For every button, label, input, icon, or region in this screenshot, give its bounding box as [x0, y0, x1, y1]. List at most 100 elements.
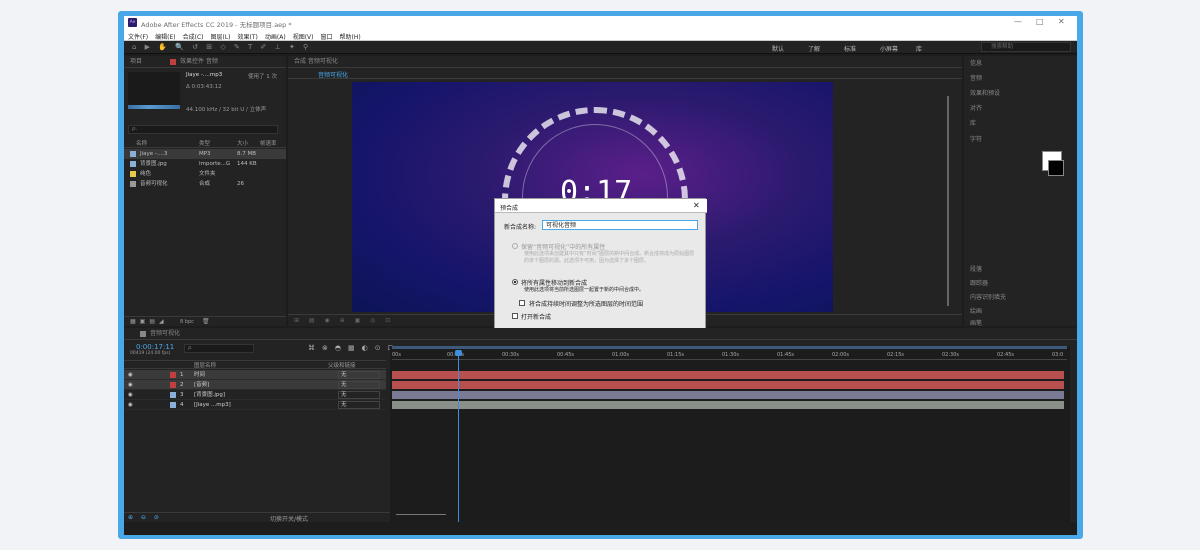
ruler-tick-label: 01:30s — [722, 352, 740, 358]
playhead-handle[interactable] — [455, 350, 462, 356]
visibility-icon[interactable]: ◉ — [128, 390, 133, 400]
usage-text: 使用了 1 次 — [248, 74, 277, 80]
menu-item[interactable]: 动画(A) — [265, 34, 286, 41]
maximize-icon[interactable]: □ — [1036, 17, 1044, 26]
comp-name-input[interactable]: 可视化音频 — [542, 220, 698, 230]
menu-item[interactable]: 效果(T) — [238, 34, 258, 41]
toggle-switches-mode[interactable]: 切换开关/模式 — [270, 514, 308, 523]
parent-dropdown[interactable]: 无 — [338, 401, 380, 409]
footer-icons[interactable]: ⊕ ⊖ ⊘ — [128, 514, 162, 521]
layer-name[interactable]: [背景图.jpg] — [194, 390, 225, 400]
column-name[interactable]: 名称 — [136, 139, 147, 147]
layer-duration-bar[interactable] — [392, 381, 1064, 389]
menu-item[interactable]: 合成(C) — [183, 34, 204, 41]
ruler-tick-label: 02:00s — [832, 352, 850, 358]
layer-duration-bar[interactable] — [392, 391, 1064, 399]
workspace-tab[interactable]: 标准 — [844, 44, 880, 53]
project-search-input[interactable]: ρ. — [128, 125, 278, 134]
tools-icons[interactable]: ⌂ ▶ ✋ 🔍 ↺ ⊞ ◇ ✎ T ✐ ⊥ ✦ ⚲ — [132, 43, 311, 51]
layer-row[interactable]: ◉ 3 [背景图.jpg] 无 — [124, 390, 386, 400]
menu-item[interactable]: 图层(L) — [211, 34, 231, 41]
visibility-icon[interactable]: ◉ — [128, 370, 133, 380]
layer-name[interactable]: [音频] — [194, 380, 209, 390]
option2-radio[interactable] — [512, 279, 518, 285]
workspace-tab[interactable]: 库 — [916, 44, 952, 53]
layer-number: 4 — [180, 402, 184, 408]
right-panel-item[interactable]: 字符 — [970, 134, 982, 143]
project-list-item[interactable]: 纯色 文件夹 — [124, 169, 286, 179]
menu-item[interactable]: 视图(V) — [293, 34, 314, 41]
workspace-tab[interactable]: 了解 — [808, 44, 844, 53]
timeline-tools[interactable]: ⌘⊗◓▦◐⊙⊡ — [308, 344, 400, 352]
effects-tab[interactable]: 效果控件 音频 — [180, 56, 218, 68]
workspace-tab[interactable]: 默认 — [772, 44, 808, 53]
workspace-tab[interactable]: 小屏幕 — [880, 44, 916, 53]
timeline-track-area[interactable]: 00s00:15s00:30s00:45s01:00s01:15s01:30s0… — [390, 346, 1070, 522]
column-size[interactable]: 大小 — [237, 139, 248, 147]
layer-name[interactable]: [Jiaye ...mp3] — [194, 400, 231, 410]
layer-name-header[interactable]: 图层名称 — [194, 361, 216, 369]
project-tab[interactable]: 项目 — [130, 58, 142, 65]
minimize-icon[interactable]: — — [1014, 17, 1022, 26]
item-size: 8.7 MB — [237, 151, 257, 157]
ruler-tick-label: 01:00s — [612, 352, 630, 358]
composition-tab[interactable]: 合成 音频可视化 — [294, 58, 338, 65]
audio-info: 44.100 kHz / 32 bit U / 立体声 — [186, 107, 267, 113]
right-panel-item[interactable]: 段落 — [970, 264, 982, 273]
layer-color-label[interactable] — [170, 372, 176, 378]
right-panel-item[interactable]: 对齐 — [970, 103, 982, 112]
layer-color-label[interactable] — [170, 402, 176, 408]
playhead[interactable] — [458, 352, 459, 522]
close-icon[interactable]: ✕ — [1058, 17, 1065, 26]
project-list-item[interactable]: 背景图.jpg Importe...G 144 KB — [124, 159, 286, 169]
layer-row[interactable]: ◉ 1 时间 无 — [124, 370, 386, 380]
visibility-icon[interactable]: ◉ — [128, 380, 133, 390]
help-search-input[interactable]: 搜索帮助 — [981, 42, 1071, 52]
right-panel-item[interactable]: 音频 — [970, 73, 982, 82]
layer-row[interactable]: ◉ 2 [音频] 无 — [124, 380, 386, 390]
timeline-search-input[interactable]: ρ. — [184, 344, 254, 353]
open-comp-checkbox[interactable] — [512, 313, 518, 319]
right-panel-item[interactable]: 效果和预设 — [970, 88, 1000, 97]
layer-color-label[interactable] — [170, 392, 176, 398]
work-area-bar[interactable] — [392, 346, 1067, 349]
menu-item[interactable]: 文件(F) — [128, 34, 148, 41]
comp-subtab[interactable]: 音频可视化 — [318, 70, 348, 79]
layer-name[interactable]: 时间 — [194, 370, 205, 380]
zoom-slider[interactable] — [396, 514, 446, 518]
project-list-item[interactable]: Jiaye -....3 MP3 8.7 MB — [124, 149, 286, 159]
option1-radio[interactable] — [512, 243, 518, 249]
project-list-item[interactable]: 音频可视化 合成 26 — [124, 179, 286, 189]
timeline-tab[interactable]: 音频可视化 — [150, 328, 180, 340]
stroke-color-swatch[interactable] — [1048, 160, 1064, 176]
layer-row[interactable]: ◉ 4 [Jiaye ...mp3] 无 — [124, 400, 386, 410]
parent-dropdown[interactable]: 无 — [338, 391, 380, 399]
right-panel-item[interactable]: 信息 — [970, 58, 982, 67]
column-fps[interactable]: 帧速率 — [260, 139, 277, 147]
right-panel-item[interactable]: 跟踪器 — [970, 278, 988, 287]
parent-dropdown[interactable]: 无 — [338, 381, 380, 389]
layer-color-label[interactable] — [170, 382, 176, 388]
layer-duration-bar[interactable] — [392, 371, 1064, 379]
project-footer: ▦▣▤◢ 8 bpc 🗑 — [124, 316, 286, 326]
layer-duration-bar[interactable] — [392, 401, 1064, 409]
bpc-label[interactable]: 8 bpc — [180, 319, 194, 325]
right-panel-item[interactable]: 画笔 — [970, 318, 982, 327]
right-panel-item[interactable]: 绘画 — [970, 306, 982, 315]
time-ruler[interactable]: 00s00:15s00:30s00:45s01:00s01:15s01:30s0… — [392, 352, 1067, 360]
project-footer-icons[interactable]: ▦▣▤◢ — [130, 318, 168, 325]
right-panel-item[interactable]: 内容识别填充 — [970, 292, 1006, 301]
trash-icon[interactable]: 🗑 — [202, 318, 210, 325]
column-type[interactable]: 类型 — [199, 139, 210, 147]
parent-link-header[interactable]: 父级和链接 — [328, 361, 356, 369]
timecode[interactable]: 0:00:17:11 — [136, 343, 174, 351]
right-panel-item[interactable]: 库 — [970, 118, 976, 127]
visibility-icon[interactable]: ◉ — [128, 400, 133, 410]
menu-item[interactable]: 窗口 — [320, 34, 332, 41]
adjust-duration-checkbox[interactable] — [519, 300, 525, 306]
menu-item[interactable]: 编辑(E) — [155, 34, 175, 41]
viewer-scrollbar[interactable] — [947, 96, 949, 306]
parent-dropdown[interactable]: 无 — [338, 371, 380, 379]
dialog-close-icon[interactable]: ✕ — [693, 201, 700, 210]
menu-item[interactable]: 帮助(H) — [340, 34, 361, 41]
